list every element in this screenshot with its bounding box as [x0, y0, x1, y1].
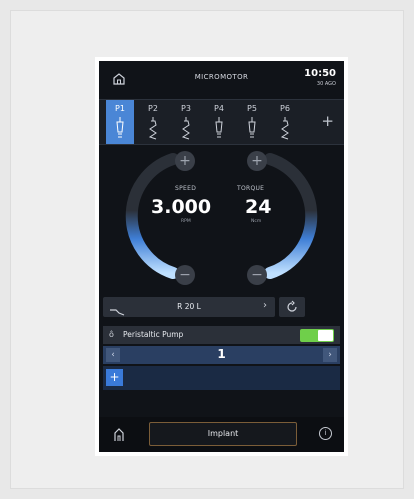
program-label: P5 — [247, 104, 257, 113]
flow-level-row: ‹ 1 › — [103, 346, 340, 364]
torque-label: TORQUE — [237, 185, 265, 192]
drill-bit-icon — [215, 117, 223, 138]
program-tab-p5[interactable]: P5 — [238, 100, 266, 144]
drill-bit-icon — [280, 117, 289, 140]
drill-bit-icon — [248, 117, 256, 138]
program-bar: P1 P2 P3 P4 P5 P6 + — [99, 99, 344, 145]
date: 30 AGO — [316, 81, 336, 87]
program-label: P3 — [181, 104, 191, 113]
speed-decrease-button[interactable]: − — [175, 265, 195, 285]
handpiece-selector[interactable]: R 20 L › — [103, 297, 275, 317]
program-label: P1 — [115, 104, 125, 113]
clock: 10:50 — [304, 68, 336, 79]
program-tab-p6[interactable]: P6 — [271, 100, 299, 144]
program-label: P2 — [148, 104, 158, 113]
speed-increase-button[interactable]: + — [175, 151, 195, 171]
device-screen: MICROMOTOR 10:50 30 AGO P1 P2 P3 P4 P5 P… — [99, 61, 344, 452]
torque-increase-button[interactable]: + — [247, 151, 267, 171]
status-bar: MICROMOTOR 10:50 30 AGO — [99, 61, 344, 95]
rotation-direction-button[interactable] — [279, 297, 305, 317]
bottom-bar: Implant i — [99, 417, 344, 452]
pump-toggle[interactable] — [300, 329, 334, 342]
handpiece-name: R 20 L — [177, 302, 201, 311]
program-tab-p2[interactable]: P2 — [139, 100, 167, 144]
speed-label: SPEED — [175, 185, 197, 192]
rotate-icon — [287, 300, 297, 312]
program-label: P6 — [280, 104, 290, 113]
torque-arc — [264, 153, 318, 279]
drill-bit-icon — [181, 117, 190, 140]
info-icon[interactable]: i — [319, 427, 332, 440]
gauge-arcs — [125, 153, 318, 279]
program-tab-p1[interactable]: P1 — [106, 100, 134, 144]
peristaltic-pump-row: ô Peristaltic Pump — [103, 326, 340, 344]
speed-value: 3.000 — [151, 196, 212, 218]
add-row: + — [103, 366, 340, 390]
handpiece-row: R 20 L › — [103, 297, 340, 317]
program-tab-p3[interactable]: P3 — [172, 100, 200, 144]
add-program-button[interactable]: + — [321, 112, 334, 130]
add-button[interactable]: + — [106, 369, 123, 386]
flow-value: 1 — [217, 347, 226, 361]
drill-bit-icon — [116, 117, 124, 138]
pump-label: Peristaltic Pump — [123, 330, 184, 339]
program-tab-p4[interactable]: P4 — [205, 100, 233, 144]
drill-bit-icon — [148, 117, 157, 140]
handpiece-mode-icon[interactable] — [113, 427, 125, 446]
speed-unit: RPM — [181, 219, 191, 224]
torque-unit: Ncm — [251, 219, 262, 224]
torque-value: 24 — [245, 196, 272, 218]
chevron-right-icon: › — [263, 300, 267, 311]
program-label: P4 — [214, 104, 224, 113]
flow-increase-button[interactable]: › — [323, 348, 337, 362]
speed-torque-panel: + − + − SPEED 3.000 RPM TORQUE 24 Ncm — [99, 145, 344, 295]
toggle-knob — [318, 330, 333, 341]
pump-icon: ô — [109, 330, 114, 339]
mode-button[interactable]: Implant — [149, 422, 297, 446]
torque-decrease-button[interactable]: − — [247, 265, 267, 285]
